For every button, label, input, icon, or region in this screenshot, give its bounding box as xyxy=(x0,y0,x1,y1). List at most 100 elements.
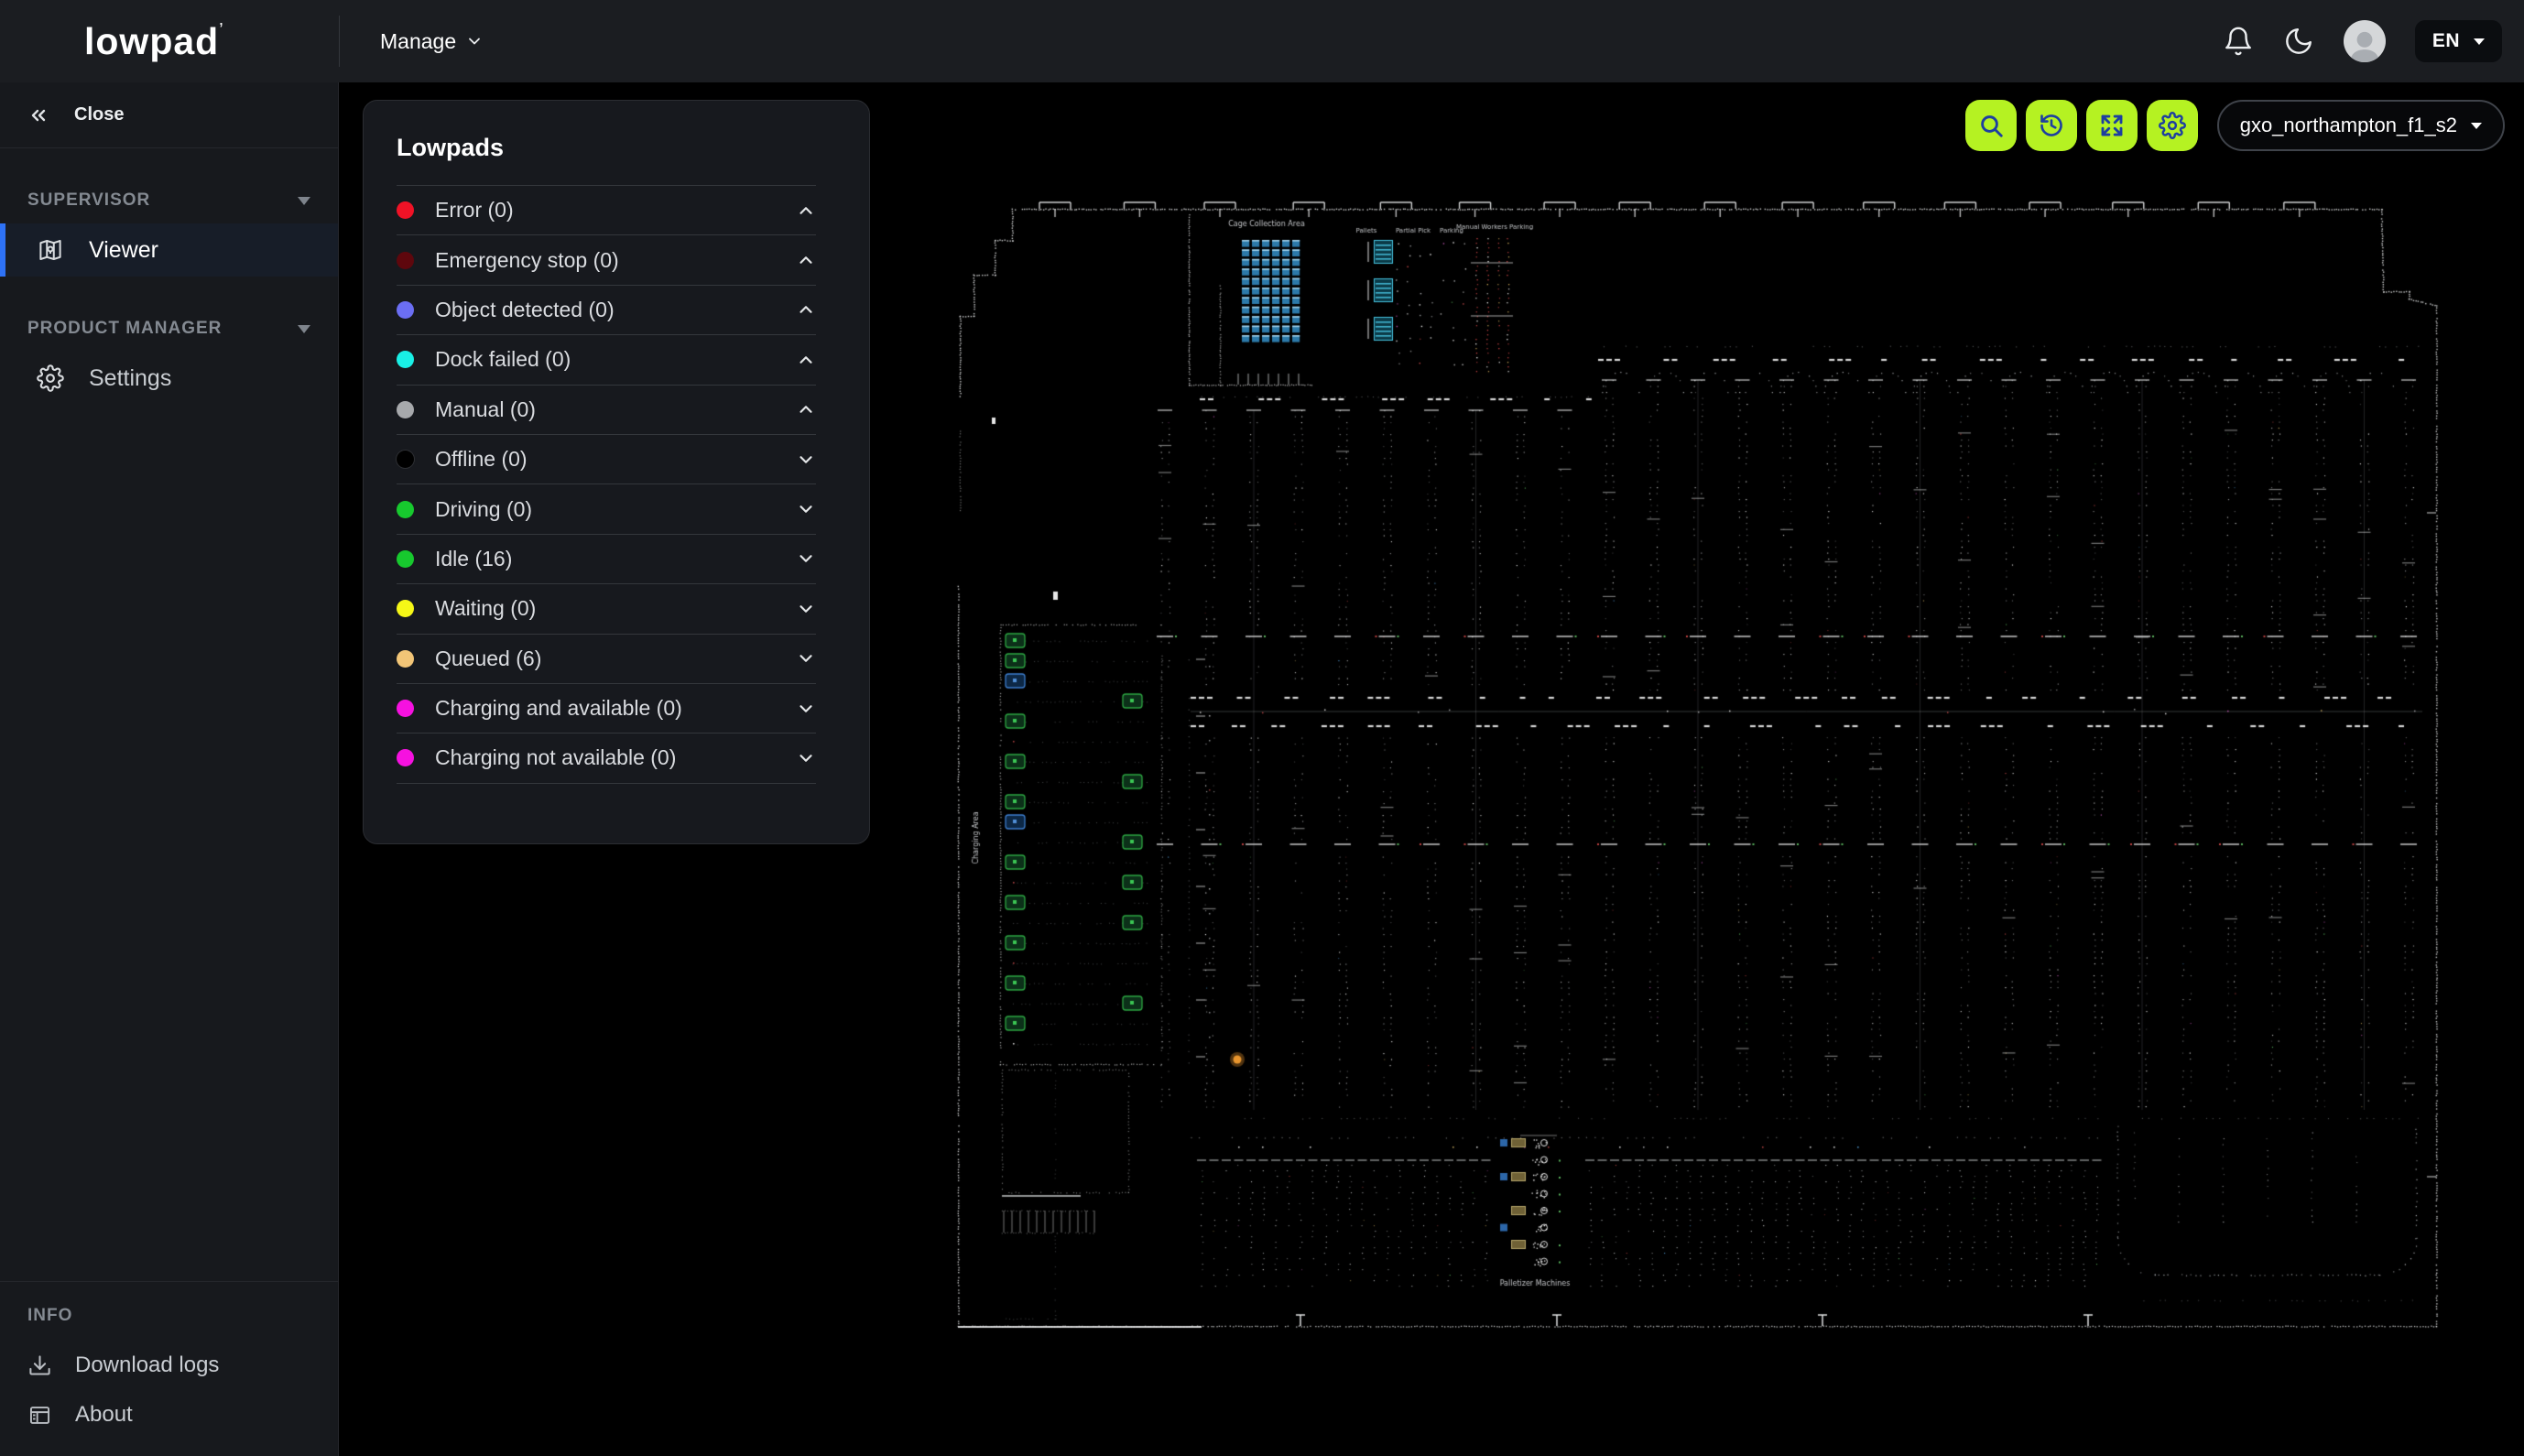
status-dot xyxy=(397,351,414,368)
bell-icon xyxy=(2223,26,2254,57)
chevron-up-icon xyxy=(796,250,816,270)
lowpads-status-panel: Lowpads Error (0) Emergency stop (0) Objec… xyxy=(363,100,870,844)
sidebar-collapse-button[interactable]: Close xyxy=(0,82,338,148)
status-row-waiting[interactable]: Waiting (0) xyxy=(397,583,816,633)
sidebar-item-label: Settings xyxy=(89,365,171,392)
fullscreen-icon xyxy=(2098,112,2126,139)
status-row-idle[interactable]: Idle (16) xyxy=(397,534,816,583)
chevron-down-icon xyxy=(796,450,816,470)
triangle-down-icon xyxy=(298,197,310,205)
chevron-up-icon xyxy=(796,201,816,221)
status-dot xyxy=(397,301,414,319)
language-selector[interactable]: EN xyxy=(2415,20,2502,62)
status-dot xyxy=(397,650,414,668)
status-row-charging-and-available[interactable]: Charging and available (0) xyxy=(397,683,816,733)
panel-title: Lowpads xyxy=(397,134,869,162)
info-item-download-logs[interactable]: Download logs xyxy=(0,1341,338,1390)
sidebar-item-settings[interactable]: Settings xyxy=(0,352,338,405)
map-toolbar: gxo_northampton_f1_s2 xyxy=(1965,100,2505,151)
status-row-error[interactable]: Error (0) xyxy=(397,185,816,234)
app-logo-mark: ’ xyxy=(219,21,223,39)
status-label: Dock failed (0) xyxy=(435,347,571,372)
status-label: Idle (16) xyxy=(435,547,512,571)
map-selector-dropdown[interactable]: gxo_northampton_f1_s2 xyxy=(2217,100,2505,151)
status-row-dock-failed[interactable]: Dock failed (0) xyxy=(397,334,816,384)
sidebar: Close SUPERVISOR Viewer PRODUCT MANAGER Set… xyxy=(0,82,339,1456)
info-item-label: About xyxy=(75,1402,133,1428)
user-avatar[interactable] xyxy=(2344,20,2386,62)
status-dot xyxy=(397,700,414,717)
status-label: Error (0) xyxy=(435,198,514,223)
status-dot xyxy=(397,201,414,219)
status-label: Offline (0) xyxy=(435,447,528,472)
map-icon xyxy=(37,236,64,264)
moon-icon xyxy=(2283,26,2314,57)
status-row-charging-not-available[interactable]: Charging not available (0) xyxy=(397,733,816,782)
search-icon xyxy=(1977,112,2005,139)
chevron-down-icon xyxy=(796,549,816,569)
topbar-divider xyxy=(339,16,340,67)
sidebar-section-header[interactable]: PRODUCT MANAGER xyxy=(0,306,338,352)
window-icon xyxy=(27,1403,52,1428)
topbar: lowpad ’ Manage EN xyxy=(0,0,2524,82)
language-value: EN xyxy=(2432,30,2460,52)
sidebar-section-header[interactable]: SUPERVISOR xyxy=(0,178,338,223)
sidebar-collapse-label: Close xyxy=(74,104,124,125)
status-row-queued[interactable]: Queued (6) xyxy=(397,634,816,683)
notifications-button[interactable] xyxy=(2223,26,2254,57)
person-icon xyxy=(2344,20,2386,62)
triangle-down-icon xyxy=(298,325,310,333)
info-section-label: INFO xyxy=(0,1306,338,1326)
chevron-down-icon xyxy=(796,648,816,668)
status-dot xyxy=(397,401,414,418)
sidebar-info-block: INFO Download logs About xyxy=(0,1281,338,1456)
map-history-button[interactable] xyxy=(2026,100,2077,151)
status-label: Waiting (0) xyxy=(435,596,536,621)
status-label: Charging and available (0) xyxy=(435,696,682,721)
sidebar-item-viewer[interactable]: Viewer xyxy=(0,223,338,277)
chevron-down-icon xyxy=(796,699,816,719)
chevron-down-icon xyxy=(465,32,484,50)
map-settings-button[interactable] xyxy=(2147,100,2198,151)
map-selector-value: gxo_northampton_f1_s2 xyxy=(2240,114,2457,137)
status-row-manual[interactable]: Manual (0) xyxy=(397,385,816,434)
sidebar-item-label: Viewer xyxy=(89,237,158,264)
status-label: Manual (0) xyxy=(435,397,536,422)
status-label: Queued (6) xyxy=(435,647,541,671)
chevrons-left-icon xyxy=(27,104,49,126)
status-dot xyxy=(397,550,414,568)
sidebar-nav: SUPERVISOR Viewer PRODUCT MANAGER Settings xyxy=(0,148,338,405)
status-dot xyxy=(397,501,414,518)
status-row-object-detected[interactable]: Object detected (0) xyxy=(397,285,816,334)
status-row-offline[interactable]: Offline (0) xyxy=(397,434,816,484)
manage-menu-label: Manage xyxy=(380,29,456,54)
status-dot xyxy=(397,451,414,468)
app-logo-text: lowpad xyxy=(84,23,219,60)
sidebar-section: SUPERVISOR Viewer xyxy=(0,178,338,277)
history-icon xyxy=(2038,112,2065,139)
caret-down-icon xyxy=(2474,38,2485,45)
map-area: Lowpads Error (0) Emergency stop (0) Objec… xyxy=(339,82,2524,1456)
chevron-up-icon xyxy=(796,399,816,419)
dark-mode-toggle[interactable] xyxy=(2283,26,2314,57)
status-list: Error (0) Emergency stop (0) Object detect… xyxy=(364,185,869,784)
map-search-button[interactable] xyxy=(1965,100,2017,151)
chevron-up-icon xyxy=(796,350,816,370)
download-icon xyxy=(27,1353,52,1378)
status-label: Emergency stop (0) xyxy=(435,248,619,273)
info-item-about[interactable]: About xyxy=(0,1390,338,1440)
chevron-down-icon xyxy=(796,599,816,619)
map-fullscreen-button[interactable] xyxy=(2086,100,2138,151)
status-row-driving[interactable]: Driving (0) xyxy=(397,484,816,533)
manage-menu[interactable]: Manage xyxy=(380,29,484,54)
chevron-down-icon xyxy=(796,748,816,768)
gear-icon xyxy=(37,364,64,392)
status-dot xyxy=(397,252,414,269)
info-item-label: Download logs xyxy=(75,1353,219,1378)
status-row-emergency-stop[interactable]: Emergency stop (0) xyxy=(397,234,816,284)
chevron-down-icon xyxy=(796,499,816,519)
status-label: Charging not available (0) xyxy=(435,745,676,770)
status-dot xyxy=(397,749,414,766)
status-label: Driving (0) xyxy=(435,497,532,522)
caret-down-icon xyxy=(2471,123,2482,129)
